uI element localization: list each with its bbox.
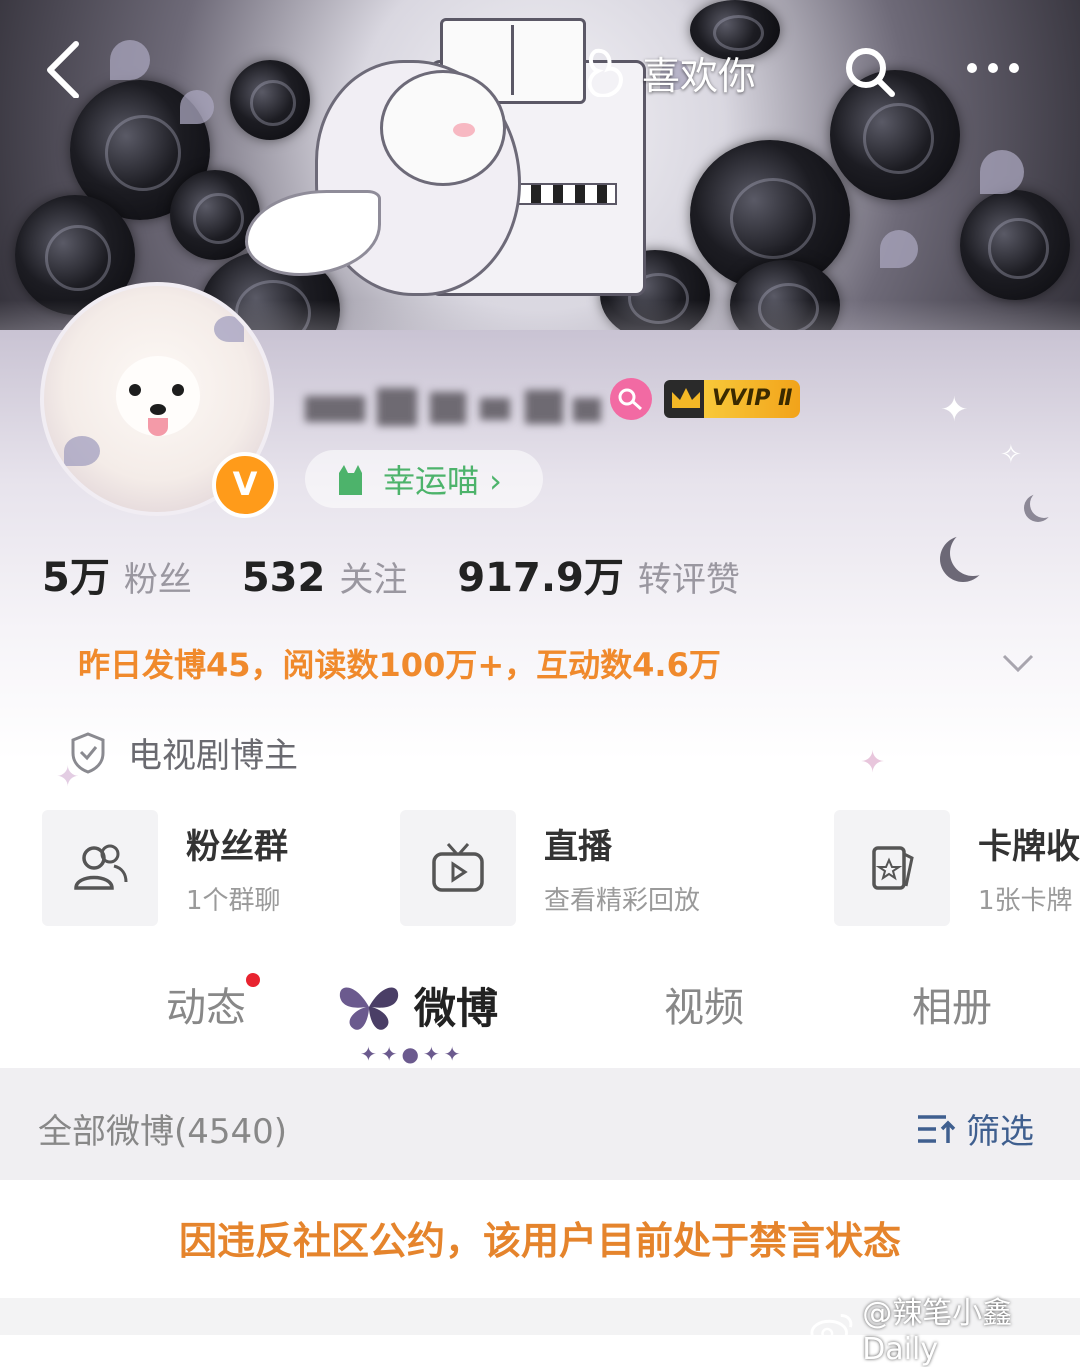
stat-interactions-value: 917.9万: [457, 555, 624, 601]
expand-button[interactable]: [998, 648, 1038, 678]
watermark-text: @辣笔小鑫Daily: [862, 1296, 1013, 1367]
card-live-sub: 查看精彩回放: [544, 886, 701, 916]
card-cards-title: 卡牌收: [978, 827, 1080, 867]
verified-badge-text: V: [232, 465, 258, 503]
petal-decoration: [180, 90, 214, 124]
verified-badge: V: [212, 452, 278, 518]
card-cards[interactable]: 卡牌收 1张卡牌: [834, 810, 1080, 926]
member-level-icon[interactable]: [610, 378, 652, 420]
stat-fans-label: 粉丝: [123, 560, 192, 600]
stat-fans[interactable]: 5万 粉丝: [42, 545, 192, 603]
tab-video[interactable]: 视频: [664, 975, 744, 1033]
tv-icon: [400, 810, 516, 926]
card-fan-group[interactable]: 粉丝群 1个群聊: [42, 810, 288, 926]
petal-decoration: [110, 40, 150, 80]
cover-title-text: 喜欢你: [642, 53, 757, 98]
petal-decoration: [880, 230, 918, 268]
rose-decoration: [230, 60, 310, 140]
cat-icon: [335, 461, 365, 497]
stat-interactions-label: 转评赞: [637, 560, 740, 600]
stat-fans-value: 5万: [42, 555, 110, 601]
tab-dynamic[interactable]: 动态: [166, 973, 260, 1033]
cover-title: 喜欢你: [582, 42, 756, 102]
mute-notice-area: 因违反社区公约，该用户目前处于禁言状态: [0, 1180, 1080, 1295]
username-redacted: [305, 382, 605, 430]
vip-badge-label: VVIP Ⅱ: [704, 380, 800, 418]
more-dots-icon: [967, 63, 1019, 73]
search-icon: [846, 48, 895, 97]
chevron-down-icon: [1002, 654, 1034, 673]
shield-icon: [71, 731, 105, 774]
watermark: @辣笔小鑫Daily: [808, 1288, 1080, 1367]
activity-summary: 昨日发博45，阅读数100万+，互动数4.6万: [78, 646, 721, 684]
tab-album[interactable]: 相册: [912, 975, 992, 1033]
feed-header: 全部微博(4540) 筛选: [0, 1068, 1080, 1180]
tab-video-label: 视频: [664, 985, 744, 1031]
rabbit-icon: [587, 48, 623, 97]
more-button[interactable]: [958, 48, 1028, 88]
stat-following-label: 关注: [339, 560, 408, 600]
card-fan-group-title: 粉丝群: [186, 827, 288, 867]
star-decoration: ✦: [860, 745, 886, 780]
stat-interactions[interactable]: 917.9万 转评赞: [457, 545, 740, 603]
weibo-logo-icon: [810, 1313, 853, 1346]
butterfly-decoration: ✦: [940, 390, 969, 430]
card-live-title: 直播: [544, 827, 612, 867]
moon-decoration: [950, 530, 996, 576]
petal-decoration: [980, 150, 1024, 194]
stat-following-value: 532: [241, 555, 326, 601]
star-decoration: ✧: [1000, 440, 1022, 470]
tab-weibo-label: 微博: [414, 984, 499, 1033]
stat-following[interactable]: 532 关注: [242, 552, 408, 601]
rose-decoration: [960, 190, 1070, 300]
card-icon: [834, 810, 950, 926]
butterfly-icon: [339, 987, 399, 1030]
tab-active-indicator: ✦✦●✦✦: [360, 1042, 465, 1066]
unread-dot: [246, 973, 260, 987]
filter-button[interactable]: 筛选: [914, 1104, 1034, 1153]
chevron-left-icon: [47, 41, 79, 99]
card-cards-sub: 1张卡牌: [978, 886, 1073, 916]
vip-badge[interactable]: VVIP Ⅱ: [664, 380, 802, 418]
tab-dynamic-label: 动态: [166, 985, 246, 1031]
back-button[interactable]: [40, 38, 100, 99]
mute-notice-text: 因违反社区公约，该用户目前处于禁言状态: [178, 1219, 901, 1263]
key-icon: [618, 388, 642, 411]
group-icon: [42, 810, 158, 926]
bear-head-illustration: [380, 70, 506, 186]
filter-icon: [918, 1114, 956, 1143]
lucky-cat-label: 幸运喵 ›: [383, 462, 502, 500]
filter-label: 筛选: [966, 1112, 1034, 1152]
moon-decoration: [1030, 490, 1058, 518]
tab-album-label: 相册: [912, 985, 992, 1031]
search-button[interactable]: [842, 44, 902, 104]
card-fan-group-sub: 1个群聊: [186, 886, 281, 916]
creator-tag[interactable]: 电视剧博主: [68, 728, 298, 777]
creator-tag-label: 电视剧博主: [128, 736, 298, 776]
tab-weibo[interactable]: 微博: [334, 975, 498, 1036]
stats-row: 5万 粉丝 532 关注 917.9万 转评赞: [42, 545, 740, 603]
lucky-cat-pill[interactable]: 幸运喵 ›: [305, 450, 543, 508]
crown-icon: [664, 380, 708, 418]
card-live[interactable]: 直播 查看精彩回放: [400, 810, 700, 926]
all-weibo-label[interactable]: 全部微博(4540): [38, 1104, 287, 1153]
